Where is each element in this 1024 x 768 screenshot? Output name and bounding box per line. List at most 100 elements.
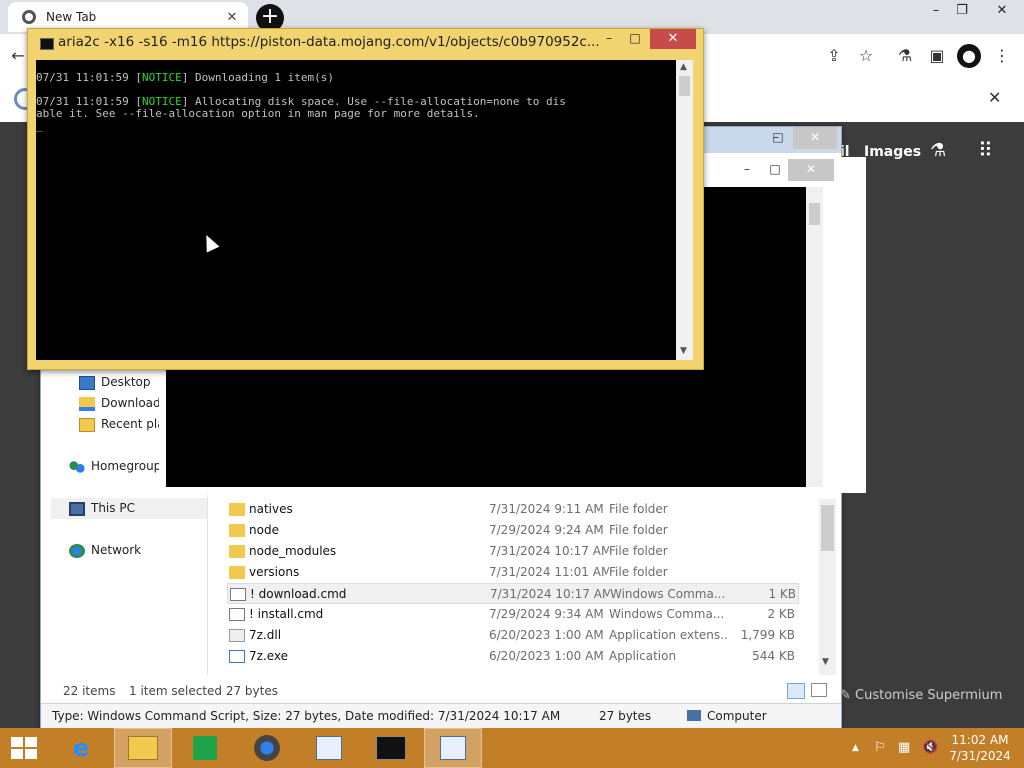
- customise-button[interactable]: ✎ Customise Supermium: [840, 684, 1024, 708]
- share-icon[interactable]: ⇪: [822, 44, 846, 68]
- infobar-close-icon[interactable]: ✕: [988, 88, 1001, 107]
- browser-icon[interactable]: [238, 728, 296, 768]
- scroll-down-arrow-icon[interactable]: ▼: [680, 346, 687, 356]
- pane-divider: [207, 495, 208, 675]
- file-row[interactable]: 7z.exe 6/20/2023 1:00 AM Application 544 KB: [227, 646, 799, 667]
- desktop-icon: [79, 375, 95, 390]
- console-cursor: _: [36, 119, 43, 132]
- downloads-folder-icon: [79, 396, 95, 411]
- menu-icon[interactable]: ⋮: [990, 44, 1014, 68]
- file-row[interactable]: natives 7/31/2024 9:11 AM File folder: [227, 499, 799, 520]
- console2-scroll-thumb[interactable]: [809, 203, 820, 225]
- nav-item-this-pc[interactable]: This PC: [51, 498, 207, 519]
- file-type: File folder: [609, 565, 668, 579]
- details-size: 27 bytes: [599, 709, 652, 723]
- chrome-restore-button[interactable]: ❐: [944, 0, 980, 24]
- console-app-icon: [40, 38, 54, 50]
- aria2c-close-button[interactable]: ✕: [650, 29, 696, 49]
- console2-close-button[interactable]: ✕: [788, 159, 834, 181]
- pencil-icon: ✎: [840, 688, 856, 703]
- aria2c-minimize-button[interactable]: –: [596, 29, 622, 49]
- action-center-flag-icon[interactable]: ⚐: [874, 728, 886, 768]
- console2-scrollbar[interactable]: [806, 187, 823, 487]
- scroll-up-arrow-icon[interactable]: ▲: [680, 62, 687, 72]
- extension-icon[interactable]: ⚗: [893, 44, 917, 68]
- computer-icon: [687, 710, 701, 721]
- windows-logo-icon: [11, 737, 37, 759]
- file-type: Windows Comma...: [610, 587, 726, 601]
- file-date: 7/31/2024 9:11 AM: [489, 502, 604, 516]
- scroll-down-arrow-icon[interactable]: ▼: [822, 657, 829, 667]
- chrome-favicon-icon: [22, 10, 36, 24]
- tray-expand-icon[interactable]: ▲: [852, 728, 859, 768]
- nav-item-desktop[interactable]: Desktop: [79, 372, 159, 393]
- file-type: File folder: [609, 544, 668, 558]
- cmd-icon[interactable]: [362, 728, 420, 768]
- store-icon[interactable]: [176, 728, 234, 768]
- notepad-icon[interactable]: [300, 728, 358, 768]
- console2-minimize-button[interactable]: –: [732, 159, 762, 181]
- sidebar-icon[interactable]: ▣: [925, 44, 949, 68]
- file-size: 1,799 KB: [740, 628, 795, 642]
- start-button[interactable]: [0, 728, 48, 768]
- file-type: File folder: [609, 523, 668, 537]
- file-row[interactable]: ! download.cmd 7/31/2024 10:17 AM Windows …: [227, 583, 799, 604]
- file-type: File folder: [609, 502, 668, 516]
- images-link[interactable]: Images: [864, 144, 921, 160]
- file-row[interactable]: 7z.dll 6/20/2023 1:00 AM Application exten…: [227, 625, 799, 646]
- nav-item-network[interactable]: Network: [69, 540, 169, 561]
- chrome-close-button[interactable]: ✕: [980, 0, 1024, 24]
- large-icons-view-icon[interactable]: [811, 683, 827, 697]
- file-name: 7z.exe: [249, 649, 289, 663]
- file-row[interactable]: ! install.cmd 7/29/2024 9:34 AM Windows Co…: [227, 604, 799, 625]
- nav-label: This PC: [91, 501, 135, 515]
- scrollbar-thumb[interactable]: [821, 505, 834, 551]
- explorer-details-bar: Type: Windows Command Script, Size: 27 b…: [41, 703, 841, 728]
- file-date: 7/31/2024 11:01 AM: [489, 565, 609, 579]
- recent-places-icon: [79, 417, 95, 432]
- item-count: 22 items: [63, 684, 116, 698]
- network-tray-icon[interactable]: ▦: [898, 728, 910, 768]
- ie-icon[interactable]: e: [52, 728, 110, 768]
- taskbar-clock[interactable]: 11:02 AM 7/31/2024: [940, 732, 1020, 764]
- profile-icon[interactable]: ●: [957, 44, 981, 68]
- folder-file-icon: [229, 545, 245, 558]
- file-size: 2 KB: [767, 607, 795, 621]
- volume-muted-icon[interactable]: 🔇: [922, 728, 938, 768]
- details-view-icon[interactable]: [787, 683, 805, 699]
- aria2c-scroll-thumb[interactable]: [679, 76, 690, 96]
- nav-item-homegroup[interactable]: Homegroup: [69, 456, 159, 477]
- file-date: 7/29/2024 9:24 AM: [489, 523, 604, 537]
- aria2c-maximize-button[interactable]: □: [622, 29, 648, 49]
- folder-file-icon: [229, 524, 245, 537]
- star-icon[interactable]: ☆: [854, 44, 878, 68]
- folder-file-icon: [229, 566, 245, 579]
- console2-maximize-button[interactable]: □: [760, 159, 790, 181]
- file-date: 7/31/2024 10:17 AM: [489, 544, 609, 558]
- tab-close-icon[interactable]: ✕: [222, 10, 242, 25]
- explorer-maximize-button[interactable]: □: [763, 127, 793, 149]
- explorer-close-button[interactable]: ✕: [793, 127, 837, 149]
- cmd-file-icon: [229, 608, 245, 621]
- file-name: 7z.dll: [249, 628, 282, 642]
- cmd-file-icon: [230, 588, 246, 601]
- nav-item-downloads[interactable]: Download: [79, 393, 159, 414]
- apps-grid-icon[interactable]: ⠿: [978, 138, 993, 162]
- folder-file-icon: [229, 503, 245, 516]
- file-name: ! download.cmd: [250, 587, 347, 601]
- file-date: 7/31/2024 10:17 AM: [490, 587, 610, 601]
- file-row[interactable]: node 7/29/2024 9:24 AM File folder: [227, 520, 799, 541]
- nav-label: Homegroup: [91, 459, 159, 473]
- aria2c-console-output[interactable]: 07/31 11:01:59 [NOTICE] Downloading 1 it…: [36, 60, 676, 360]
- file-list-scrollbar[interactable]: ▼: [819, 499, 836, 675]
- homegroup-icon: [69, 459, 85, 474]
- aria2c-scrollbar[interactable]: ▲ ▼: [676, 60, 693, 360]
- notepad-icon-2[interactable]: [424, 728, 482, 768]
- file-type: Windows Comma...: [609, 607, 725, 621]
- nav-label: Download: [101, 396, 159, 410]
- labs-icon[interactable]: ⚗: [930, 140, 946, 161]
- file-row[interactable]: versions 7/31/2024 11:01 AM File folder: [227, 562, 799, 583]
- file-explorer-icon[interactable]: [114, 728, 172, 768]
- nav-item-recent-places[interactable]: Recent pla: [79, 414, 159, 435]
- file-row[interactable]: node_modules 7/31/2024 10:17 AM File folde…: [227, 541, 799, 562]
